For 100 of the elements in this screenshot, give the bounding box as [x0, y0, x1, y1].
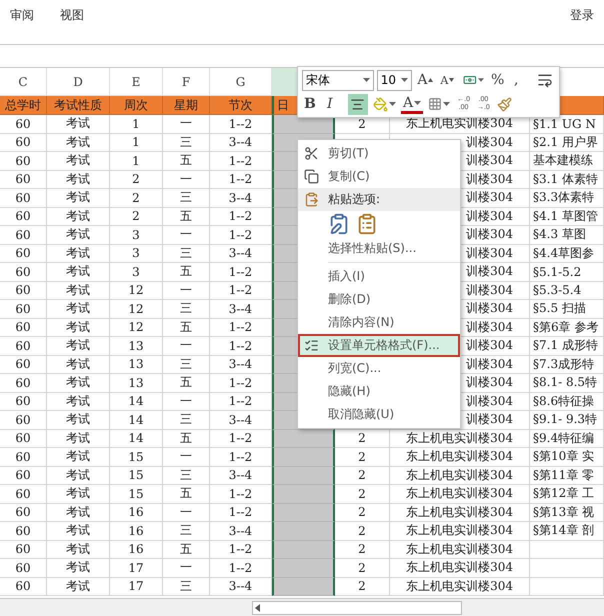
menu-tab[interactable]: 审阅: [10, 6, 34, 24]
table-cell: 14: [110, 411, 163, 430]
table-cell: §第11章 零: [530, 466, 604, 485]
table-cell: §4.1 草图管: [530, 208, 604, 226]
selected-column-cell: [272, 559, 335, 578]
font-size-select[interactable]: 10: [376, 70, 412, 90]
table-cell: 考试: [47, 300, 110, 318]
table-cell: §5.1-5.2: [530, 263, 604, 282]
table-cell: 2: [110, 170, 163, 189]
table-cell: 五: [163, 318, 210, 337]
table-cell: 三: [163, 522, 210, 540]
selected-column-cell: [272, 504, 335, 522]
table-cell: 一: [163, 448, 210, 466]
table-cell: 三: [163, 189, 210, 208]
caret-icon: [449, 78, 454, 82]
table-cell: 考试: [47, 115, 110, 134]
table-cell: 考试: [47, 448, 110, 466]
table-cell: §9.1- 9.3特: [530, 411, 604, 430]
table-cell: 60: [0, 226, 47, 244]
format-button[interactable]: ,: [512, 70, 532, 90]
table-cell: §7.1 成形特: [530, 337, 604, 356]
table-cell: 考试: [47, 578, 110, 596]
header-cell: 考试性质: [47, 96, 110, 115]
table-cell: 五: [163, 374, 210, 392]
table-cell: 基本建模练: [530, 152, 604, 170]
table-cell: 考试: [47, 170, 110, 189]
table-cell: 一: [163, 282, 210, 300]
header-cell: 星期: [163, 96, 210, 115]
table-cell: 15: [110, 466, 163, 485]
table-cell: 60: [0, 337, 47, 356]
table-cell: §8.1- 8.5特: [530, 374, 604, 392]
table-cell: 2: [335, 578, 390, 596]
table-cell: 考试: [47, 208, 110, 226]
caret-icon: [428, 78, 434, 82]
grow-font-button[interactable]: A: [415, 70, 436, 90]
table-cell: 12: [110, 282, 163, 300]
table-cell: 60: [0, 466, 47, 485]
align-button[interactable]: [348, 94, 368, 114]
list-icon: [304, 338, 318, 353]
font-color-button[interactable]: A: [401, 94, 424, 114]
table-cell: §5.3-5.4: [530, 282, 604, 300]
table-cell: 16: [110, 522, 163, 540]
table-cell: 2: [335, 466, 390, 485]
table-cell: 1: [110, 134, 163, 152]
format-button[interactable]: %: [488, 70, 509, 90]
table-cell: 考试: [47, 392, 110, 411]
table-cell: 东上机电实训楼304: [390, 504, 530, 522]
table-cell: 考试: [47, 540, 110, 559]
table-cell: 东上机电实训楼304: [390, 540, 530, 559]
selected-column-cell: [272, 448, 335, 466]
table-cell: 考试: [47, 189, 110, 208]
table-cell: §4.3 草图: [530, 226, 604, 244]
table-cell: 60: [0, 448, 47, 466]
table-cell: 考试: [47, 134, 110, 152]
table-cell: 东上机电实训楼304: [390, 448, 530, 466]
caret-icon: [401, 78, 408, 82]
table-cell: §第10章 实: [530, 448, 604, 466]
table-cell: 60: [0, 152, 47, 170]
table-cell: 60: [0, 134, 47, 152]
paintbrush-icon: [496, 96, 512, 112]
table-cell: 2: [335, 522, 390, 540]
caret-icon: [362, 78, 370, 82]
scroll-left-icon[interactable]: [253, 602, 263, 612]
align-center-icon: [350, 96, 365, 112]
caret-icon: [443, 102, 450, 106]
table-cell: 16: [110, 504, 163, 522]
menu-tab[interactable]: 视图: [60, 6, 84, 24]
selected-column-cell: [272, 578, 335, 596]
table-cell: 2: [335, 540, 390, 559]
table-cell: 考试: [47, 226, 110, 244]
table-cell: 17: [110, 578, 163, 596]
login-link[interactable]: 登录: [570, 6, 594, 24]
table-cell: 2: [335, 559, 390, 578]
table-cell: 三: [163, 466, 210, 485]
table-cell: 60: [0, 115, 47, 134]
table-cell: 东上机电实训楼304: [390, 466, 530, 485]
section-label: 粘贴选项:: [328, 191, 380, 208]
table-cell: 60: [0, 392, 47, 411]
horizontal-scrollbar[interactable]: [252, 600, 462, 614]
table-cell: 2: [335, 504, 390, 522]
table-cell: 一: [163, 226, 210, 244]
menu-item[interactable]: 设置单元格格式(F)...: [298, 334, 460, 357]
table-cell: 2: [335, 485, 390, 504]
bold-button[interactable]: B: [302, 94, 322, 114]
table-cell: 2: [110, 189, 163, 208]
table-cell: 考试: [47, 374, 110, 392]
font-select[interactable]: 宋体: [302, 70, 374, 90]
table-cell: 14: [110, 430, 163, 448]
clipboard-pen-icon[interactable]: [328, 213, 350, 235]
paint-bucket-icon: [373, 96, 388, 112]
shrink-font-button[interactable]: A: [438, 70, 458, 90]
table-cell: 考试: [47, 466, 110, 485]
border-grid-icon: [428, 97, 442, 111]
clipboard-list-icon[interactable]: [356, 213, 378, 235]
table-cell: 3: [110, 226, 163, 244]
table-cell: 60: [0, 244, 47, 263]
table-cell: 1: [110, 115, 163, 134]
table-cell: 考试: [47, 430, 110, 448]
table-cell: 60: [0, 282, 47, 300]
header-cell: 总学时: [0, 96, 47, 115]
